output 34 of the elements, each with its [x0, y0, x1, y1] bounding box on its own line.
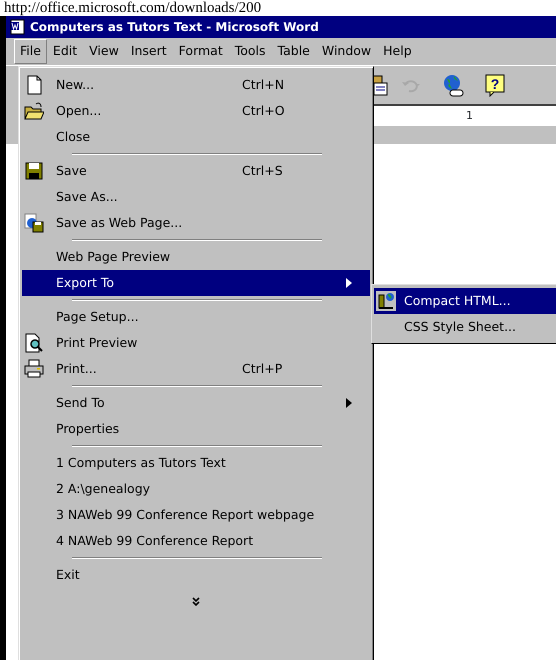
- menu-item[interactable]: Web Page Preview: [22, 244, 370, 270]
- menu-item[interactable]: Page Setup...: [22, 304, 370, 330]
- menu-item[interactable]: Close: [22, 124, 370, 150]
- menu-item[interactable]: Properties: [22, 416, 370, 442]
- menu-item[interactable]: 2 A:\genealogy: [22, 476, 370, 502]
- url-text: http://office.microsoft.com/downloads/200: [3, 0, 262, 16]
- menu-item[interactable]: Edit: [46, 39, 84, 64]
- menu-item[interactable]: Save as Web Page...: [22, 210, 370, 236]
- menu-item[interactable]: 4 NAWeb 99 Conference Report: [22, 528, 370, 554]
- menu-item[interactable]: File: [14, 39, 47, 64]
- menu-item[interactable]: Print... Ctrl+P: [22, 356, 370, 382]
- menu-item[interactable]: Table: [272, 39, 316, 64]
- menu-item[interactable]: Save Ctrl+S: [22, 158, 370, 184]
- menu-item[interactable]: Help: [377, 39, 418, 64]
- word-document-icon: [10, 19, 26, 35]
- menu-item[interactable]: 1 Computers as Tutors Text: [22, 450, 370, 476]
- menu-item[interactable]: 3 NAWeb 99 Conference Report webpage: [22, 502, 370, 528]
- menu-item[interactable]: Window: [316, 39, 378, 64]
- menu-item[interactable]: Tools: [228, 39, 272, 64]
- menu-item[interactable]: Compact HTML...: [374, 288, 556, 314]
- menu-item[interactable]: Exit: [22, 562, 370, 588]
- expand-chevron-icon[interactable]: [192, 596, 200, 606]
- menu-item[interactable]: Export To: [22, 270, 370, 296]
- window-title: Computers as Tutors Text - Microsoft Word: [30, 19, 319, 36]
- menu-item[interactable]: CSS Style Sheet...: [374, 314, 556, 340]
- menu-item[interactable]: Insert: [124, 39, 173, 64]
- ruler-number: 1: [466, 108, 473, 124]
- menu-item[interactable]: Format: [172, 39, 229, 64]
- menu-item[interactable]: Save As...: [22, 184, 370, 210]
- menu-item[interactable]: New... Ctrl+N: [22, 72, 370, 98]
- menu-item[interactable]: Send To: [22, 390, 370, 416]
- menu-item[interactable]: View: [83, 39, 125, 64]
- menu-item[interactable]: Open... Ctrl+O: [22, 98, 370, 124]
- menu-item[interactable]: Print Preview: [22, 330, 370, 356]
